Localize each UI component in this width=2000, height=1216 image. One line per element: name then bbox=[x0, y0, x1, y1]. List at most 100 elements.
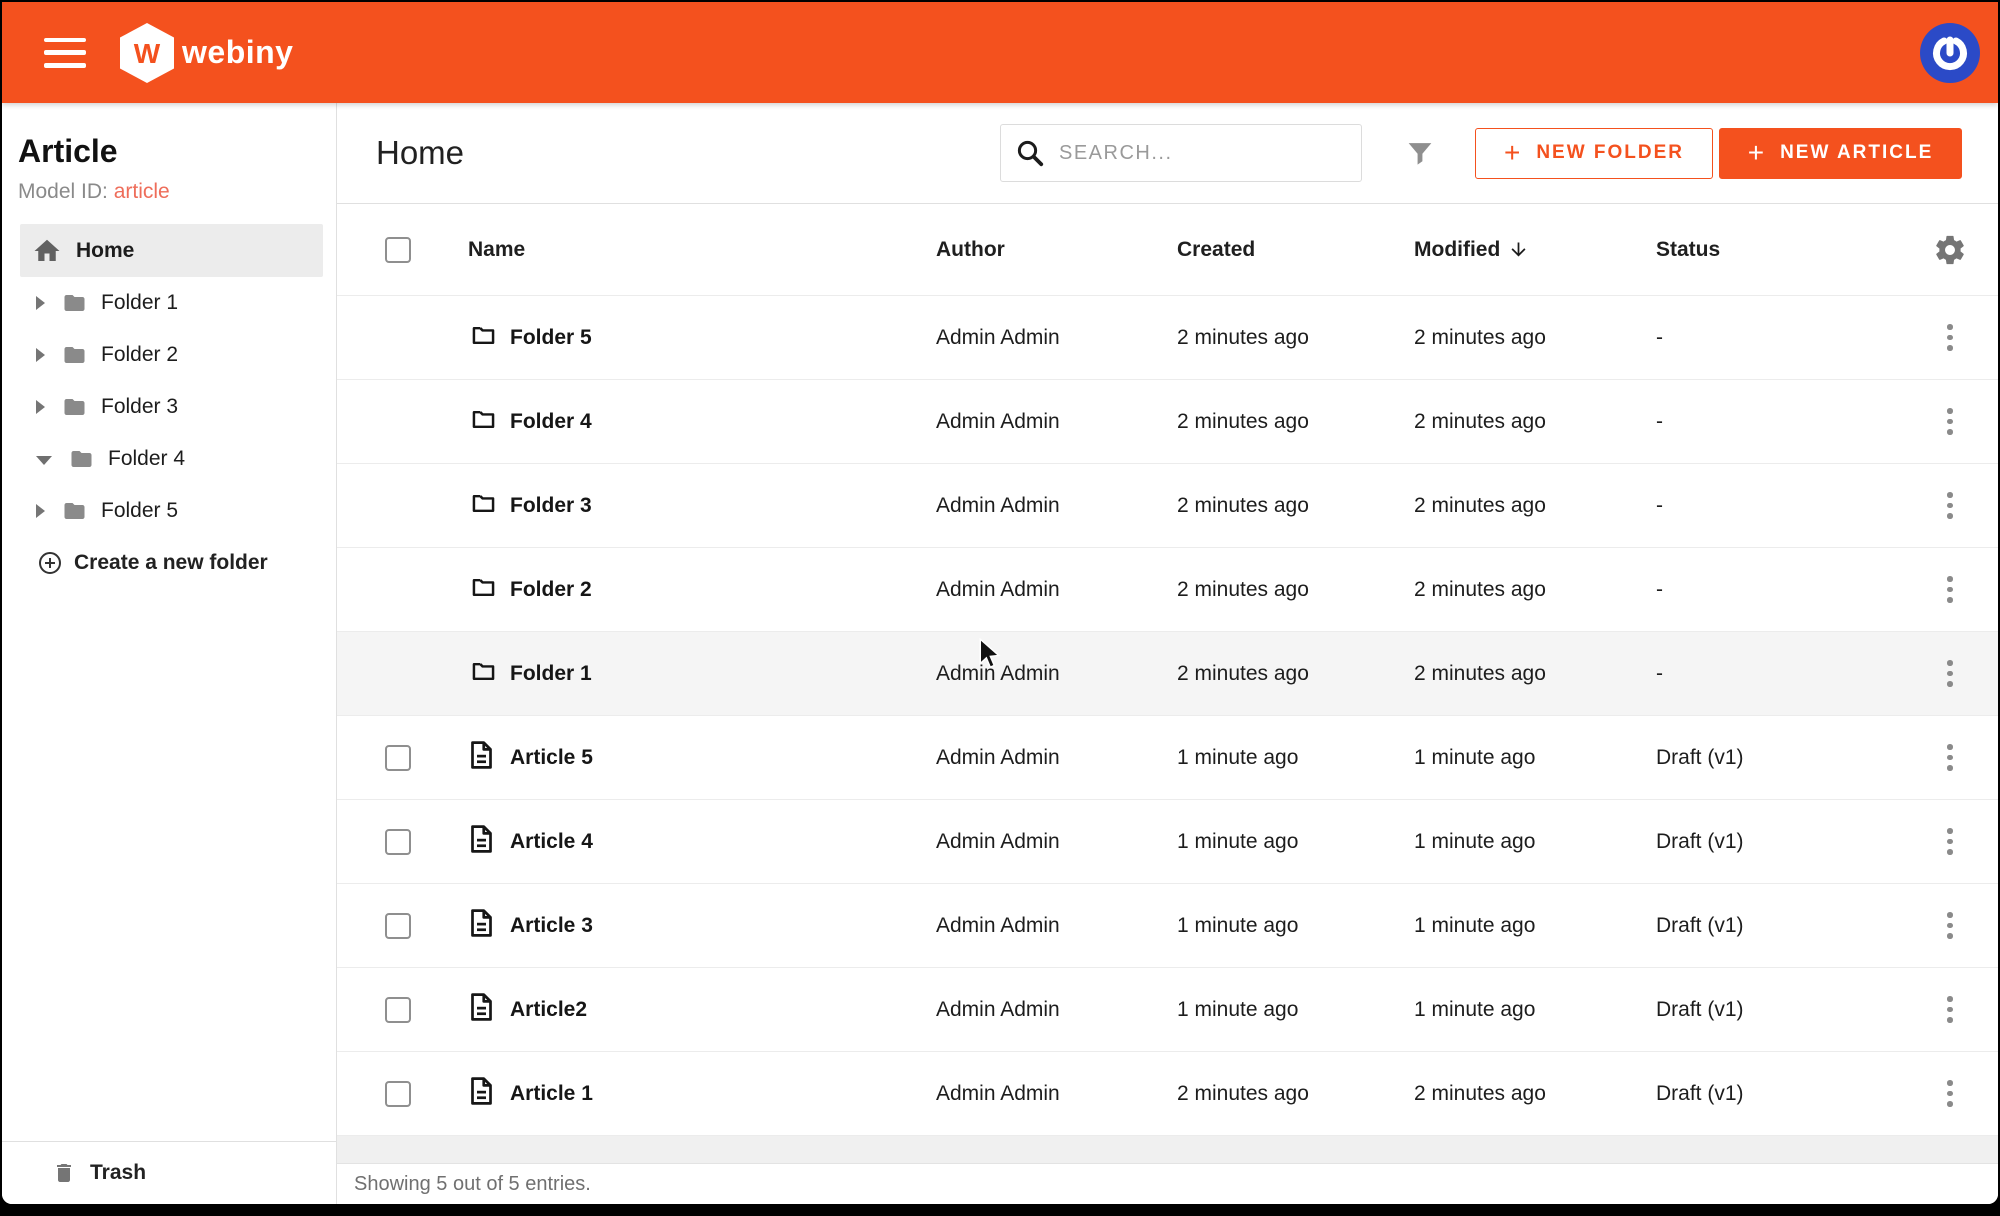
sidebar: Article Model ID: article Home Folder 1 bbox=[2, 103, 337, 1204]
main-panel: Home + NEW FOLDER bbox=[337, 103, 1998, 1204]
gear-icon bbox=[1933, 233, 1967, 267]
create-folder-button[interactable]: Create a new folder bbox=[2, 537, 336, 589]
model-id-value: article bbox=[114, 180, 170, 203]
row-checkbox[interactable] bbox=[385, 913, 411, 939]
row-status: Draft (v1) bbox=[1656, 830, 1902, 854]
column-header-modified[interactable]: Modified bbox=[1414, 238, 1656, 262]
select-all-checkbox[interactable] bbox=[385, 237, 411, 263]
app-window: W webiny Article Model ID: article bbox=[2, 2, 1998, 1204]
row-author: Admin Admin bbox=[936, 326, 1177, 350]
caret-right-icon[interactable] bbox=[36, 504, 45, 518]
row-modified: 1 minute ago bbox=[1414, 914, 1656, 938]
table-row[interactable]: Article 1 Admin Admin 2 minutes ago 2 mi… bbox=[337, 1052, 1998, 1136]
column-header-status[interactable]: Status bbox=[1656, 238, 1902, 262]
webiny-wordmark: webiny bbox=[182, 34, 293, 71]
caret-right-icon[interactable] bbox=[36, 348, 45, 362]
row-name: Article2 bbox=[510, 998, 936, 1022]
table-row[interactable]: Article 4 Admin Admin 1 minute ago 1 min… bbox=[337, 800, 1998, 884]
row-actions-menu-button[interactable] bbox=[1930, 486, 1970, 526]
model-title: Article bbox=[18, 133, 320, 170]
caret-right-icon[interactable] bbox=[36, 296, 45, 310]
row-created: 2 minutes ago bbox=[1177, 662, 1414, 686]
column-header-label: Modified bbox=[1414, 238, 1500, 262]
home-icon bbox=[32, 236, 62, 266]
row-status: Draft (v1) bbox=[1656, 914, 1902, 938]
sort-desc-icon bbox=[1508, 239, 1529, 260]
sidebar-item-folder[interactable]: Folder 4 bbox=[2, 433, 336, 485]
create-folder-label: Create a new folder bbox=[74, 551, 268, 575]
table-row[interactable]: Folder 3 Admin Admin 2 minutes ago 2 min… bbox=[337, 464, 1998, 548]
row-actions-menu-button[interactable] bbox=[1930, 402, 1970, 442]
table-row[interactable]: Folder 4 Admin Admin 2 minutes ago 2 min… bbox=[337, 380, 1998, 464]
row-actions-menu-button[interactable] bbox=[1930, 570, 1970, 610]
model-id: Model ID: article bbox=[18, 180, 320, 204]
table-row[interactable]: Folder 5 Admin Admin 2 minutes ago 2 min… bbox=[337, 296, 1998, 380]
row-actions-menu-button[interactable] bbox=[1930, 318, 1970, 358]
column-header-author[interactable]: Author bbox=[936, 238, 1177, 262]
row-actions-menu-button[interactable] bbox=[1930, 1074, 1970, 1114]
row-author: Admin Admin bbox=[936, 662, 1177, 686]
search-input[interactable] bbox=[1059, 142, 1347, 165]
table-row[interactable]: Folder 2 Admin Admin 2 minutes ago 2 min… bbox=[337, 548, 1998, 632]
horizontal-scrollbar[interactable] bbox=[337, 1136, 1998, 1164]
row-modified: 2 minutes ago bbox=[1414, 662, 1656, 686]
new-folder-label: NEW FOLDER bbox=[1536, 142, 1684, 164]
new-article-button[interactable]: + NEW ARTICLE bbox=[1719, 128, 1962, 179]
column-header-name[interactable]: Name bbox=[468, 238, 936, 262]
search-icon bbox=[1015, 138, 1045, 168]
folder-label: Folder 5 bbox=[101, 499, 178, 523]
row-actions-menu-button[interactable] bbox=[1930, 822, 1970, 862]
trash-section: Trash bbox=[2, 1141, 336, 1204]
sidebar-item-folder[interactable]: Folder 3 bbox=[2, 381, 336, 433]
row-modified: 1 minute ago bbox=[1414, 998, 1656, 1022]
hamburger-menu-icon[interactable] bbox=[44, 38, 86, 68]
row-checkbox[interactable] bbox=[385, 1081, 411, 1107]
row-checkbox[interactable] bbox=[385, 745, 411, 771]
folder-label: Folder 4 bbox=[108, 447, 185, 471]
row-name: Folder 3 bbox=[510, 494, 936, 518]
row-modified: 1 minute ago bbox=[1414, 830, 1656, 854]
row-name: Article 4 bbox=[510, 830, 936, 854]
new-article-label: NEW ARTICLE bbox=[1780, 142, 1933, 164]
row-checkbox[interactable] bbox=[385, 829, 411, 855]
new-folder-button[interactable]: + NEW FOLDER bbox=[1475, 128, 1713, 179]
caret-right-icon[interactable] bbox=[36, 400, 45, 414]
filter-button[interactable] bbox=[1400, 133, 1440, 173]
document-icon bbox=[468, 992, 495, 1022]
table-row[interactable]: Article 5 Admin Admin 1 minute ago 1 min… bbox=[337, 716, 1998, 800]
row-actions-menu-button[interactable] bbox=[1930, 654, 1970, 694]
sidebar-item-home[interactable]: Home bbox=[20, 224, 323, 277]
user-avatar[interactable] bbox=[1920, 23, 1980, 83]
webiny-hexagon-icon: W bbox=[120, 23, 174, 83]
row-name: Article 3 bbox=[510, 914, 936, 938]
table-footer: Showing 5 out of 5 entries. bbox=[337, 1164, 1998, 1204]
sidebar-item-folder[interactable]: Folder 5 bbox=[2, 485, 336, 537]
row-actions-menu-button[interactable] bbox=[1930, 990, 1970, 1030]
table-settings-button[interactable] bbox=[1930, 230, 1970, 270]
table-row[interactable]: Article 3 Admin Admin 1 minute ago 1 min… bbox=[337, 884, 1998, 968]
sidebar-item-folder[interactable]: Folder 1 bbox=[2, 277, 336, 329]
row-created: 2 minutes ago bbox=[1177, 578, 1414, 602]
row-author: Admin Admin bbox=[936, 998, 1177, 1022]
toolbar: Home + NEW FOLDER bbox=[337, 103, 1998, 204]
row-author: Admin Admin bbox=[936, 494, 1177, 518]
row-modified: 1 minute ago bbox=[1414, 746, 1656, 770]
row-actions-menu-button[interactable] bbox=[1930, 738, 1970, 778]
table-row[interactable]: Article2 Admin Admin 1 minute ago 1 minu… bbox=[337, 968, 1998, 1052]
row-created: 1 minute ago bbox=[1177, 746, 1414, 770]
row-author: Admin Admin bbox=[936, 914, 1177, 938]
column-header-created[interactable]: Created bbox=[1177, 238, 1414, 262]
power-icon bbox=[1931, 34, 1969, 72]
trash-button[interactable]: Trash bbox=[52, 1160, 146, 1186]
folder-label: Folder 1 bbox=[101, 291, 178, 315]
table-row[interactable]: Folder 1 Admin Admin 2 minutes ago 2 min… bbox=[337, 632, 1998, 716]
row-checkbox[interactable] bbox=[385, 997, 411, 1023]
row-actions-menu-button[interactable] bbox=[1930, 906, 1970, 946]
row-status: - bbox=[1656, 410, 1902, 434]
caret-down-icon[interactable] bbox=[36, 456, 52, 465]
folder-icon bbox=[468, 406, 499, 433]
document-icon bbox=[468, 1076, 495, 1106]
sidebar-item-folder[interactable]: Folder 2 bbox=[2, 329, 336, 381]
row-modified: 2 minutes ago bbox=[1414, 1082, 1656, 1106]
row-name: Folder 2 bbox=[510, 578, 936, 602]
